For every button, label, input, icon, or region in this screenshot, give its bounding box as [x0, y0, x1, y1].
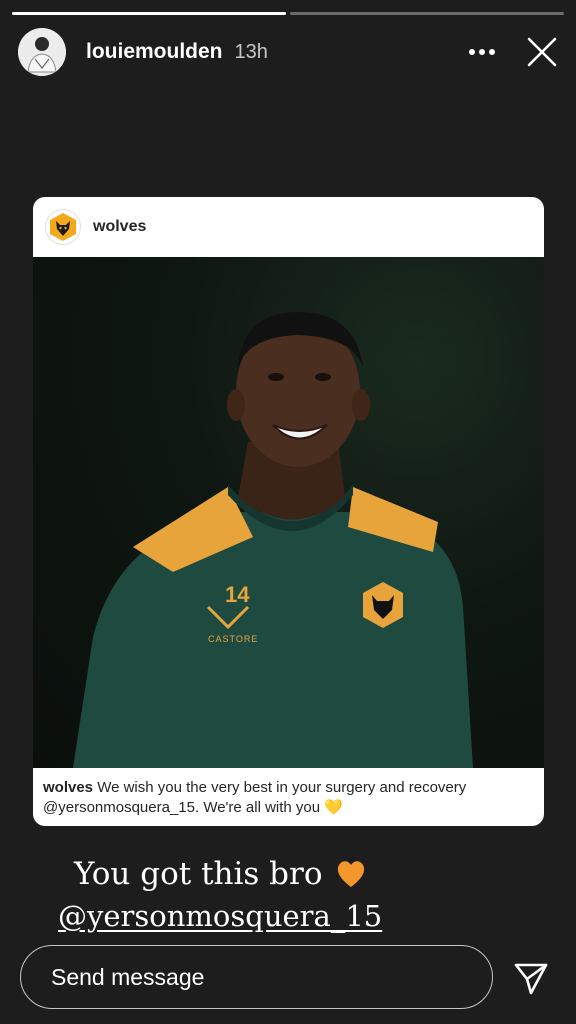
shirt-number: 14 — [225, 582, 250, 607]
post-time: 13h — [234, 40, 268, 63]
orange-heart-icon — [335, 859, 367, 889]
caption-text: We wish you the very best in your surger… — [43, 779, 467, 816]
send-message-input[interactable]: Send message — [20, 945, 493, 1009]
shirt-brand: CASTORE — [208, 634, 258, 644]
avatar[interactable] — [18, 28, 66, 76]
post-photo: 14 CASTORE — [33, 257, 544, 768]
story-text-overlay: You got this bro @yersonmosquera_15 — [58, 852, 518, 936]
post-header: wolves — [33, 197, 544, 257]
story-text-line: You got this bro — [58, 852, 518, 896]
username[interactable]: louiemoulden — [86, 40, 223, 64]
progress-segment — [12, 12, 286, 15]
more-options-icon[interactable] — [462, 32, 502, 72]
caption-username[interactable]: wolves — [43, 779, 93, 796]
wolves-logo-icon — [45, 209, 81, 245]
shared-post-card[interactable]: wolves 14 CASTORE wolves We wish you the… — [33, 197, 544, 826]
story-viewer: louiemoulden 13h wolves 14 CASTORE wolve… — [0, 0, 576, 1024]
post-account-name[interactable]: wolves — [93, 218, 146, 236]
story-header: louiemoulden 13h — [18, 26, 562, 78]
send-icon[interactable] — [510, 958, 552, 1000]
story-progress — [12, 12, 564, 15]
progress-segment — [290, 12, 564, 15]
post-caption: wolves We wish you the very best in your… — [33, 768, 544, 818]
progress-fill — [12, 12, 286, 15]
send-message-placeholder: Send message — [51, 963, 205, 990]
story-mention[interactable]: @yersonmosquera_15 — [58, 896, 518, 936]
story-message: You got this bro — [74, 856, 323, 892]
close-icon[interactable] — [522, 32, 562, 72]
